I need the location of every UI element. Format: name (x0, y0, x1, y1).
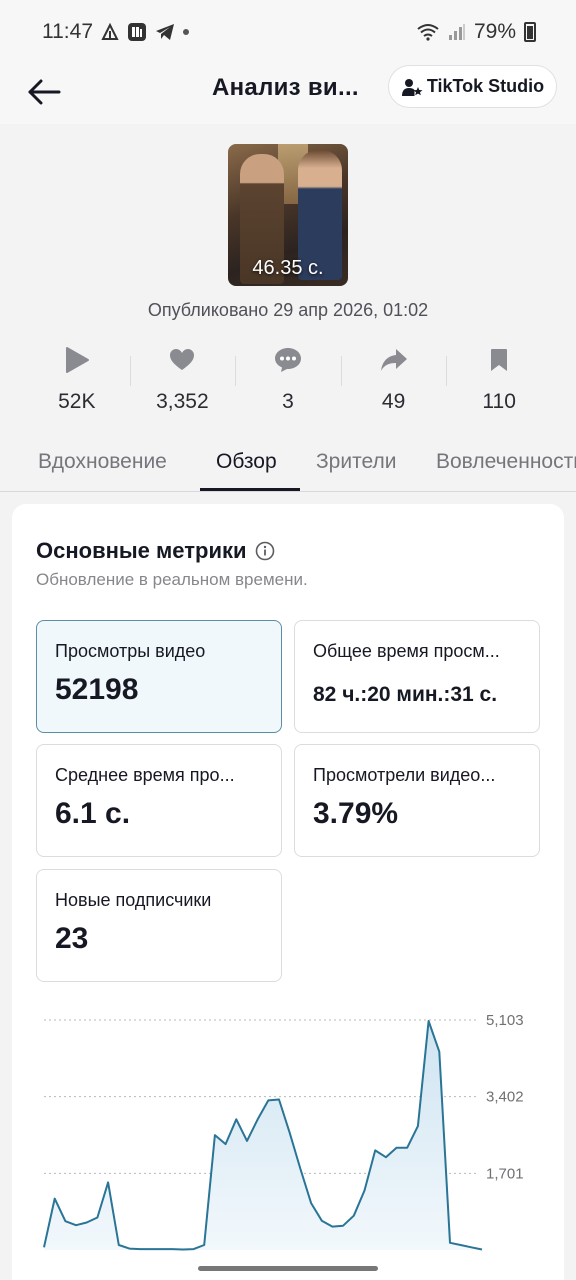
views-chart[interactable]: 5,103 3,402 1,701 (12, 1004, 564, 1264)
stat-views: 52K (24, 342, 130, 414)
bookmark-icon (489, 342, 509, 378)
metric-value: 3.79% (313, 797, 399, 830)
key-metrics-card: Основные метрики Обновление в реальном в… (12, 504, 564, 1280)
gesture-nav-bar[interactable] (198, 1266, 378, 1271)
status-bar: 11:47 79% (0, 0, 576, 64)
chart-tick-label: 1,701 (486, 1165, 524, 1182)
metric-label: Просмотрели видео... (313, 765, 496, 785)
video-duration: 46.35 с. (252, 257, 324, 279)
tiktok-studio-button[interactable]: TikTok Studio (388, 65, 557, 108)
cell-signal-icon (448, 23, 466, 41)
user-star-icon (401, 78, 423, 96)
metric-value: 23 (55, 922, 89, 955)
share-icon (380, 342, 408, 378)
tab-viewers[interactable]: Зрители (316, 450, 396, 474)
metric-value: 82 ч.:20 мин.:31 с. (313, 683, 498, 706)
video-thumbnail[interactable]: 46.35 с. (228, 144, 348, 286)
metric-total-watch-time[interactable]: Общее время просм... 82 ч.:20 мин.:31 с. (294, 620, 540, 733)
metric-label: Новые подписчики (55, 890, 212, 910)
metric-watched-full-video[interactable]: Просмотрели видео... 3.79% (294, 744, 540, 857)
published-date: Опубликовано 29 апр 2026, 01:02 (147, 300, 429, 320)
status-right: 79% (416, 20, 536, 44)
card-title-text: Основные метрики (36, 538, 247, 563)
stat-views-value: 52K (58, 390, 96, 413)
status-left: 11:47 (42, 20, 189, 44)
battery-icon (524, 22, 536, 42)
card-title: Основные метрики (36, 538, 275, 564)
metric-average-watch-time[interactable]: Среднее время про... 6.1 с. (36, 744, 282, 857)
stat-comments: 3 (235, 342, 341, 414)
active-tab-indicator (200, 488, 300, 491)
stat-saves-value: 110 (482, 390, 516, 413)
analytics-tabs: Вдохновение Обзор Зрители Вовлеченность (0, 444, 576, 492)
stat-likes: 3,352 (129, 342, 236, 414)
comment-icon (274, 342, 302, 378)
stat-saves: 110 (446, 342, 552, 414)
heart-icon (169, 342, 195, 378)
page-title: Анализ ви... (212, 74, 359, 101)
tiktok-studio-label: TikTok Studio (426, 76, 545, 96)
metric-value: 52198 (55, 673, 139, 706)
header: Анализ ви... TikTok Studio (0, 64, 576, 124)
wifi-icon (416, 23, 440, 41)
back-arrow-icon (28, 79, 61, 105)
status-time: 11:47 (42, 20, 93, 43)
tab-engagement[interactable]: Вовлеченность (436, 450, 576, 474)
info-icon[interactable] (255, 541, 275, 561)
app-notification-icon (127, 22, 147, 42)
chart-tick-label: 5,103 (486, 1012, 524, 1029)
play-icon (64, 342, 90, 378)
stats-row: 52K 3,352 3 49 110 (24, 342, 552, 414)
back-button[interactable] (24, 72, 64, 112)
signal-app-icon (101, 23, 119, 41)
card-subtitle: Обновление в реальном времени. (36, 570, 308, 589)
metric-new-followers[interactable]: Новые подписчики 23 (36, 869, 282, 982)
metric-value: 6.1 с. (55, 797, 131, 830)
video-summary: 46.35 с. Опубликовано 29 апр 2026, 01:02… (0, 124, 576, 492)
metric-label: Среднее время про... (55, 765, 235, 785)
battery-percent: 79% (473, 20, 516, 43)
stat-shares: 49 (340, 342, 447, 414)
stat-likes-value: 3,352 (156, 390, 209, 413)
metric-label: Просмотры видео (55, 641, 206, 661)
stat-comments-value: 3 (282, 390, 294, 413)
metric-video-views[interactable]: Просмотры видео 52198 (36, 620, 282, 733)
chart-tick-label: 3,402 (486, 1089, 524, 1106)
stat-shares-value: 49 (381, 390, 406, 413)
tab-overview[interactable]: Обзор (216, 450, 277, 474)
chart-area-fill (44, 1021, 482, 1250)
tab-inspiration[interactable]: Вдохновение (38, 450, 167, 474)
telegram-icon (155, 23, 175, 41)
metric-label: Общее время просм... (313, 641, 500, 661)
more-notifications-icon (183, 29, 189, 35)
